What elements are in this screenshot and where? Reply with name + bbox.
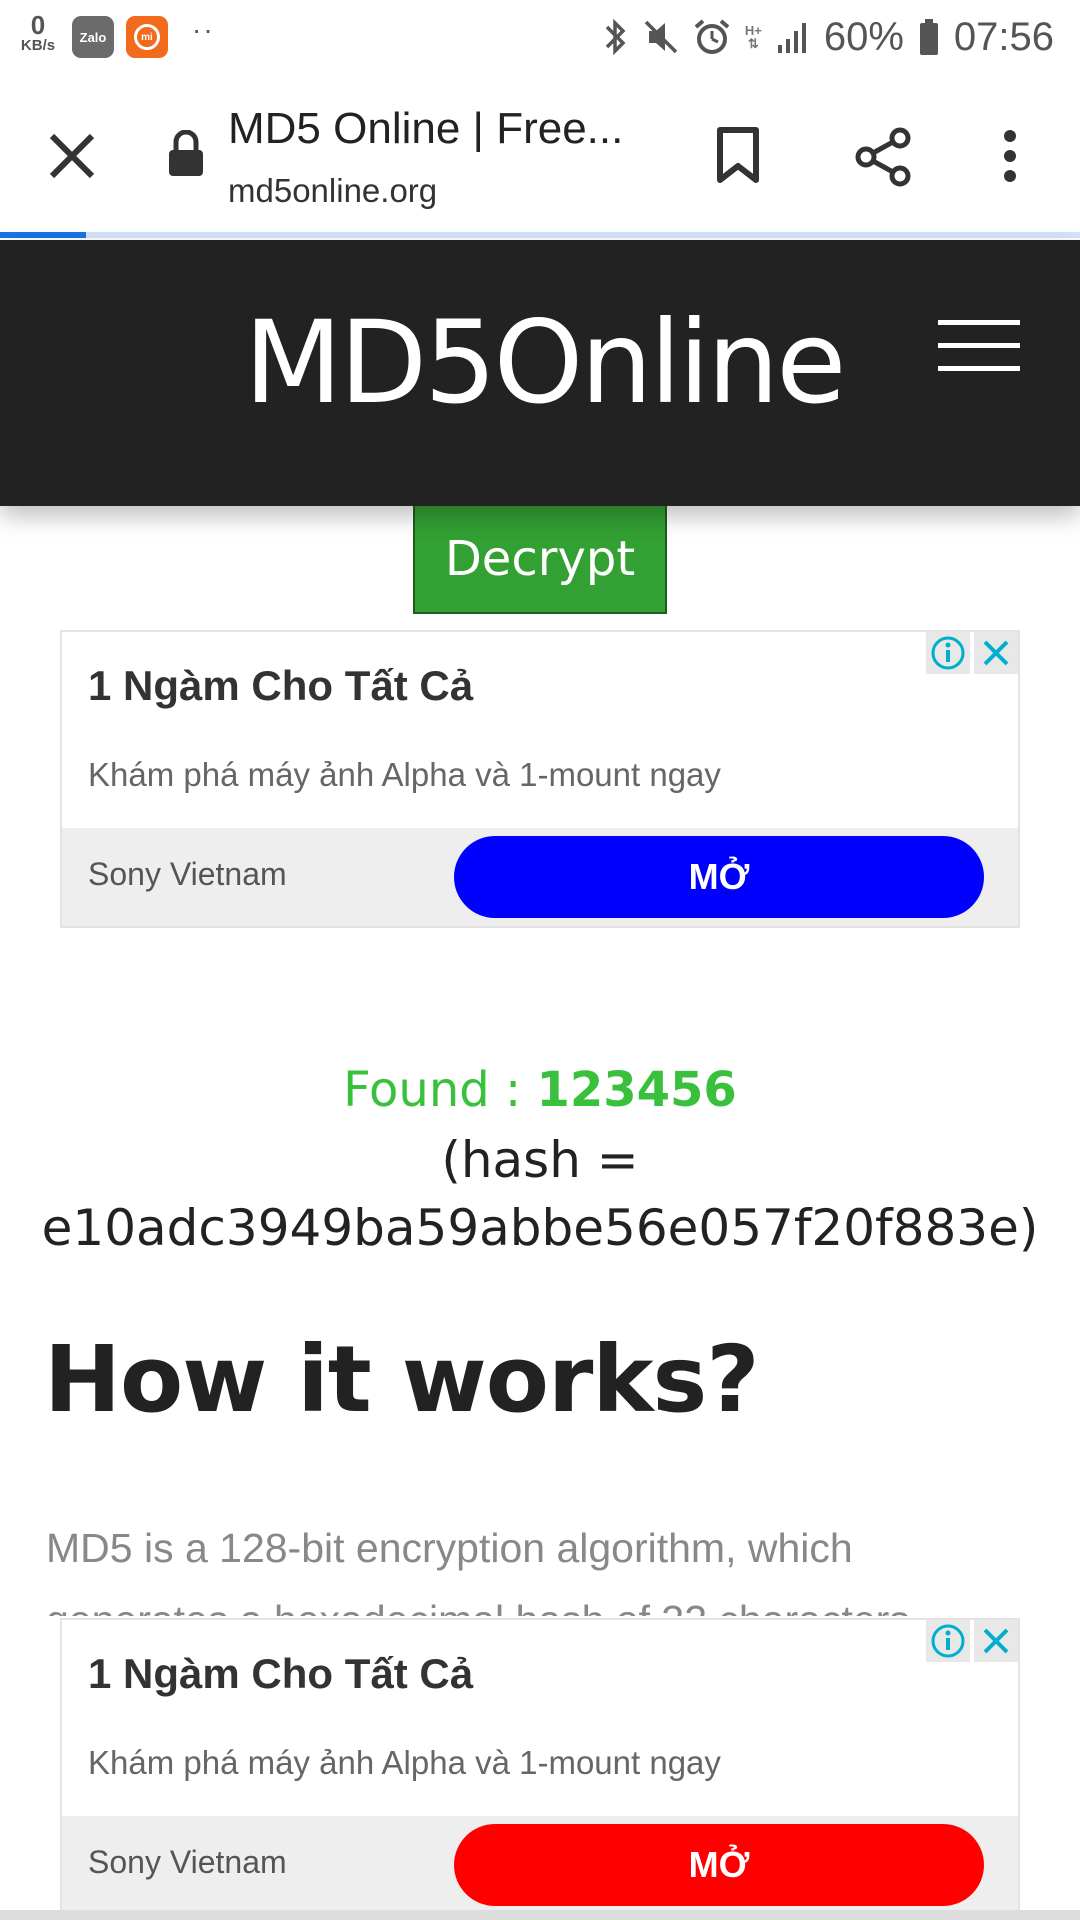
bottom-edge bbox=[0, 1910, 1080, 1920]
network-speed-value: 0 bbox=[30, 10, 46, 40]
alarm-icon bbox=[694, 19, 730, 54]
hash-result: (hash = e10adc3949ba59abbe56e057f20f883e… bbox=[0, 1126, 1080, 1262]
status-bar: 0 KB/s Zalo mi ·· H+ ⇅ 60% 07:56 bbox=[0, 0, 1080, 74]
network-type: H+ bbox=[744, 23, 762, 38]
network-speed-unit: KB/s bbox=[20, 37, 56, 54]
hamburger-menu-icon[interactable] bbox=[938, 320, 1020, 389]
decrypt-button[interactable]: Decrypt bbox=[413, 506, 667, 614]
network-type-icon: H+ ⇅ bbox=[744, 23, 762, 51]
ad-brand: Sony Vietnam bbox=[88, 1844, 287, 1880]
more-notifications-icon: ·· bbox=[192, 14, 215, 45]
lock-icon[interactable] bbox=[166, 130, 206, 178]
mi-icon: mi bbox=[126, 16, 168, 58]
share-icon[interactable] bbox=[852, 126, 914, 188]
ad-open-button[interactable]: MỞ bbox=[454, 1824, 984, 1906]
hash-line-1: (hash = bbox=[441, 1131, 639, 1189]
ad-info-icon[interactable] bbox=[926, 632, 970, 674]
battery-percent: 60% bbox=[823, 14, 904, 59]
battery-icon bbox=[919, 19, 938, 55]
ad-info-icon[interactable] bbox=[926, 1620, 970, 1662]
ad-close-icon[interactable] bbox=[974, 632, 1018, 674]
page-title[interactable]: MD5 Online | Free... bbox=[228, 104, 648, 154]
more-menu-icon[interactable] bbox=[998, 128, 1022, 184]
site-logo[interactable]: MD5Online bbox=[244, 296, 846, 429]
section-paragraph: MD5 is a 128-bit encryption algorithm, w… bbox=[46, 1525, 910, 1616]
ad-open-button[interactable]: MỞ bbox=[454, 836, 984, 918]
found-value: 123456 bbox=[536, 1062, 737, 1118]
zalo-icon: Zalo bbox=[72, 16, 114, 58]
ad-close-icon[interactable] bbox=[974, 1620, 1018, 1662]
ad-title[interactable]: 1 Ngàm Cho Tất Cả bbox=[88, 1650, 473, 1698]
found-label: Found : bbox=[343, 1062, 522, 1118]
page-load-progress bbox=[0, 232, 1080, 238]
network-speed: 0 KB/s bbox=[16, 12, 60, 53]
ad-brand: Sony Vietnam bbox=[88, 856, 287, 892]
mi-icon-label: mi bbox=[134, 24, 160, 50]
ad-footer: Sony Vietnam MỞ bbox=[62, 1816, 1018, 1914]
ad-title[interactable]: 1 Ngàm Cho Tất Cả bbox=[88, 662, 473, 710]
clock: 07:56 bbox=[953, 14, 1054, 59]
url-text[interactable]: md5online.org bbox=[228, 172, 437, 210]
signal-icon bbox=[777, 23, 806, 53]
mute-icon bbox=[644, 20, 678, 54]
hash-value: e10adc3949ba59abbe56e057f20f883e) bbox=[41, 1199, 1039, 1257]
ad-banner[interactable]: 1 Ngàm Cho Tất Cả Khám phá máy ảnh Alpha… bbox=[60, 630, 1020, 928]
ad-footer: Sony Vietnam MỞ bbox=[62, 828, 1018, 926]
bookmark-icon[interactable] bbox=[714, 126, 762, 184]
page-load-progress-fill bbox=[0, 232, 87, 238]
section-heading: How it works? bbox=[44, 1326, 760, 1433]
site-header: MD5Online bbox=[0, 240, 1080, 506]
ad-banner-bottom[interactable]: 1 Ngàm Cho Tất Cả Khám phá máy ảnh Alpha… bbox=[60, 1618, 1020, 1916]
browser-toolbar: MD5 Online | Free... md5online.org bbox=[0, 74, 1080, 234]
close-icon[interactable] bbox=[44, 128, 100, 184]
bluetooth-icon bbox=[605, 18, 626, 56]
ad-subtitle: Khám phá máy ảnh Alpha và 1-mount ngay bbox=[88, 1744, 721, 1781]
found-result: Found : 123456 bbox=[0, 1062, 1080, 1118]
ad-subtitle: Khám phá máy ảnh Alpha và 1-mount ngay bbox=[88, 756, 721, 793]
